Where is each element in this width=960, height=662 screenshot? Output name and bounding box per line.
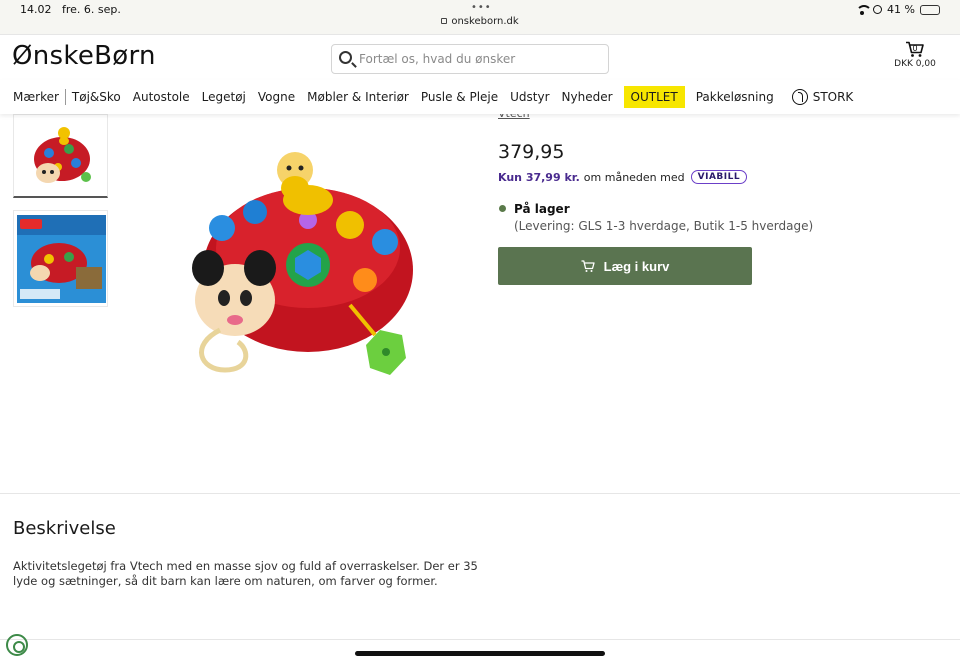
product-main-image[interactable] [180, 130, 425, 385]
installment-info: Kun 37,99 kr. om måneden med VIABILL [498, 170, 748, 184]
description-text: Aktivitetslegetøj fra Vtech med en masse… [13, 559, 478, 588]
nav-item-udstyr[interactable]: Udstyr [504, 86, 555, 108]
nav-item-autostole[interactable]: Autostole [127, 86, 196, 108]
product-thumbnail-2[interactable] [13, 210, 108, 307]
cart-total: DKK 0,00 [894, 59, 936, 69]
nav-item-maerker[interactable]: Mærker [7, 86, 65, 108]
address-bar[interactable]: onskeborn.dk [0, 16, 960, 27]
status-bar: 14.02 fre. 6. sep. ••• onskeborn.dk 41 % [0, 0, 960, 34]
search-input[interactable] [359, 49, 599, 69]
installment-amount: Kun 37,99 kr. [498, 170, 580, 184]
url-text: onskeborn.dk [451, 16, 519, 27]
nav-item-stork[interactable]: STORK [786, 86, 860, 108]
delivery-info: (Levering: GLS 1-3 hverdage, Butik 1-5 h… [514, 219, 814, 233]
section-divider [0, 639, 960, 640]
wifi-icon [856, 5, 873, 15]
home-indicator[interactable] [355, 651, 605, 656]
search-box[interactable] [331, 44, 609, 74]
stork-icon [791, 89, 808, 105]
stock-indicator-icon [499, 205, 506, 212]
recycle-badge-icon[interactable] [6, 634, 28, 656]
search-icon[interactable] [339, 51, 352, 64]
status-time: 14.02 fre. 6. sep. [20, 3, 121, 16]
nav-item-pakkelosning[interactable]: Pakkeløsning [690, 86, 780, 108]
nav-item-outlet[interactable]: OUTLET [623, 86, 685, 108]
section-divider [0, 493, 960, 494]
site-logo[interactable]: ØnskeBørn [12, 41, 156, 71]
installment-text: om måneden med [583, 170, 685, 184]
stock-status: På lager [514, 202, 570, 216]
main-nav: Mærker Tøj&Sko Autostole Legetøj Vogne M… [0, 80, 960, 114]
nav-item-nyheder[interactable]: Nyheder [556, 86, 619, 108]
cart-button[interactable]: 0 DKK 0,00 [890, 41, 940, 69]
cart-icon [581, 259, 595, 273]
product-price: 379,95 [498, 141, 565, 163]
battery-icon [920, 4, 940, 15]
nav-item-legetoj[interactable]: Legetøj [196, 86, 252, 108]
cart-icon[interactable]: 0 [905, 41, 925, 58]
battery-percent: 41 % [887, 3, 915, 16]
add-to-cart-label: Læg i kurv [603, 258, 670, 274]
nav-item-vogne[interactable]: Vogne [252, 86, 301, 108]
add-to-cart-button[interactable]: Læg i kurv [498, 247, 752, 285]
nav-item-toj-sko[interactable]: Tøj&Sko [66, 86, 127, 108]
viabill-logo[interactable]: VIABILL [690, 170, 748, 184]
nav-item-mobler-interior[interactable]: Møbler & Interiør [301, 86, 415, 108]
product-thumbnail-1[interactable] [13, 114, 108, 198]
lock-icon [441, 18, 448, 24]
description-title: Beskrivelse [13, 518, 116, 539]
nav-item-pusle-pleje[interactable]: Pusle & Pleje [415, 86, 504, 108]
status-indicators: 41 % [856, 3, 940, 16]
site-header: ØnskeBørn 0 DKK 0,00 [0, 34, 960, 80]
rotation-lock-icon [873, 5, 883, 14]
nav-item-stork-label: STORK [812, 90, 854, 104]
more-dots-icon[interactable]: ••• [471, 2, 492, 13]
cart-count: 0 [912, 44, 918, 53]
